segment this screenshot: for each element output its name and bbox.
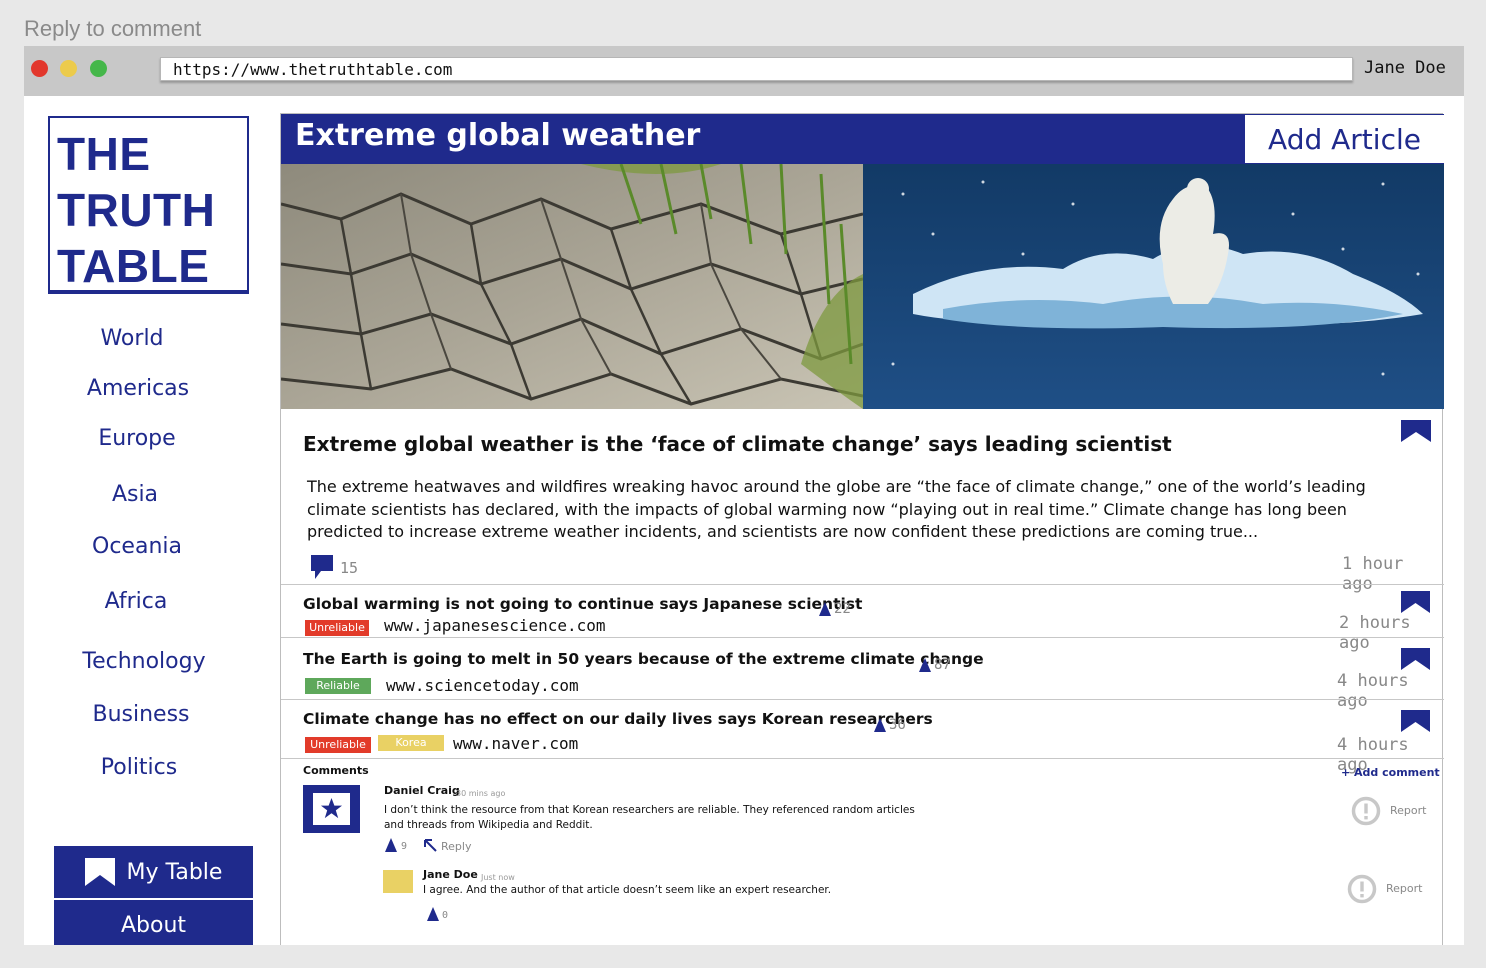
nav-world[interactable]: World <box>24 326 252 351</box>
polar-bear-image[interactable] <box>863 164 1444 409</box>
screen-caption: Reply to comment <box>24 16 202 41</box>
my-table-label: My Table <box>126 859 223 885</box>
nav-business[interactable]: Business <box>24 702 261 727</box>
main-column: Extreme global weather Add Article Extre… <box>280 113 1444 945</box>
upvote-icon[interactable] <box>427 907 439 921</box>
nav-oceania[interactable]: Oceania <box>24 534 257 559</box>
star-icon <box>320 797 343 819</box>
about-label: About <box>120 912 187 938</box>
minimize-window-button[interactable] <box>60 60 77 77</box>
related-article[interactable]: The Earth is going to melt in 50 years b… <box>281 637 1444 711</box>
avatar[interactable] <box>303 785 360 833</box>
nav-europe[interactable]: Europe <box>24 426 257 451</box>
reliability-badge: Unreliable <box>305 620 369 636</box>
related-article-title[interactable]: The Earth is going to melt in 50 years b… <box>303 650 984 668</box>
drought-image[interactable] <box>281 164 863 409</box>
site-logo[interactable]: THE TRUTH TABLE <box>48 116 249 294</box>
reliability-badge: Unreliable <box>305 737 371 753</box>
article-source[interactable]: www.japanesescience.com <box>384 616 606 635</box>
reliability-badge: Reliable <box>305 678 371 694</box>
add-article-button[interactable]: Add Article <box>1245 115 1444 163</box>
nav-africa[interactable]: Africa <box>24 589 256 614</box>
maximize-window-button[interactable] <box>90 60 107 77</box>
comment-text-line-1: I agree. And the author of that article … <box>423 884 832 896</box>
comments-heading: Comments <box>303 764 369 777</box>
article-source[interactable]: www.sciencetoday.com <box>386 676 579 695</box>
close-window-button[interactable] <box>31 60 48 77</box>
signed-in-user[interactable]: Jane Doe <box>1364 58 1446 78</box>
address-bar[interactable]: https://www.thetruthtable.com <box>160 57 1353 81</box>
comment-author[interactable]: Jane Doe <box>423 868 478 881</box>
nav-asia[interactable]: Asia <box>24 482 255 507</box>
page-content: THE TRUTH TABLE World Americas Europe As… <box>24 96 1464 945</box>
comment-text-line-1: I don’t think the resource from that Kor… <box>384 804 915 816</box>
logo-line-3: TABLE <box>57 240 210 292</box>
related-article-title[interactable]: Global warming is not going to continue … <box>303 595 862 613</box>
report-icon[interactable] <box>1351 796 1381 826</box>
comment-count: 15 <box>340 559 359 577</box>
add-comment-button[interactable]: + Add comment <box>1341 766 1440 779</box>
about-button[interactable]: About <box>54 900 253 945</box>
bookmark-icon <box>84 858 115 886</box>
main-article-body: The extreme heatwaves and wildfires wrea… <box>307 477 1366 541</box>
vote-count: 22 <box>834 601 851 617</box>
upvote-icon[interactable] <box>919 658 931 672</box>
comment-time: 30 mins ago <box>456 789 506 798</box>
reply-arrow-icon[interactable] <box>423 838 437 852</box>
logo-line-2: TRUTH <box>57 184 216 236</box>
bookmark-icon[interactable] <box>1401 710 1430 732</box>
topic-header: Extreme global weather Add Article <box>281 114 1444 164</box>
vote-count: 87 <box>934 657 951 673</box>
comment-text-line-2: and threads from Wikipedia and Reddit. <box>384 819 593 831</box>
report-icon[interactable] <box>1347 874 1377 904</box>
reply-button[interactable]: Reply <box>441 840 471 853</box>
comment-author[interactable]: Daniel Craig <box>384 784 460 797</box>
upvote-icon[interactable] <box>385 838 397 852</box>
logo-line-1: THE <box>57 128 151 180</box>
report-button[interactable]: Report <box>1390 804 1426 817</box>
browser-toolbar: https://www.thetruthtable.com Jane Doe <box>24 46 1464 96</box>
bookmark-icon[interactable] <box>1401 420 1431 442</box>
upvote-icon[interactable] <box>874 718 886 732</box>
comment-icon[interactable] <box>311 555 333 579</box>
avatar[interactable] <box>383 870 413 893</box>
divider <box>281 758 1444 759</box>
nav-technology[interactable]: Technology <box>24 649 264 674</box>
hero-images <box>281 164 1444 409</box>
main-article-title[interactable]: Extreme global weather is the ‘face of c… <box>303 432 1172 456</box>
article-source[interactable]: www.naver.com <box>453 734 578 753</box>
upvote-icon[interactable] <box>819 602 831 616</box>
related-article[interactable]: Global warming is not going to continue … <box>281 584 1444 653</box>
nav-politics[interactable]: Politics <box>24 755 259 780</box>
comment-vote-count: 0 <box>442 910 449 921</box>
my-table-button[interactable]: My Table <box>54 846 253 898</box>
comment-vote-count: 9 <box>401 841 408 852</box>
report-button[interactable]: Report <box>1386 882 1422 895</box>
country-tag: Korea <box>378 735 444 751</box>
related-article-title[interactable]: Climate change has no effect on our dail… <box>303 710 933 728</box>
topic-title: Extreme global weather <box>295 118 701 153</box>
bookmark-icon[interactable] <box>1401 648 1430 670</box>
vote-count: 36 <box>889 717 906 733</box>
nav-americas[interactable]: Americas <box>24 376 258 401</box>
bookmark-icon[interactable] <box>1401 591 1430 613</box>
comment-time: Just now <box>481 873 515 882</box>
related-article[interactable]: Climate change has no effect on our dail… <box>281 699 1444 775</box>
